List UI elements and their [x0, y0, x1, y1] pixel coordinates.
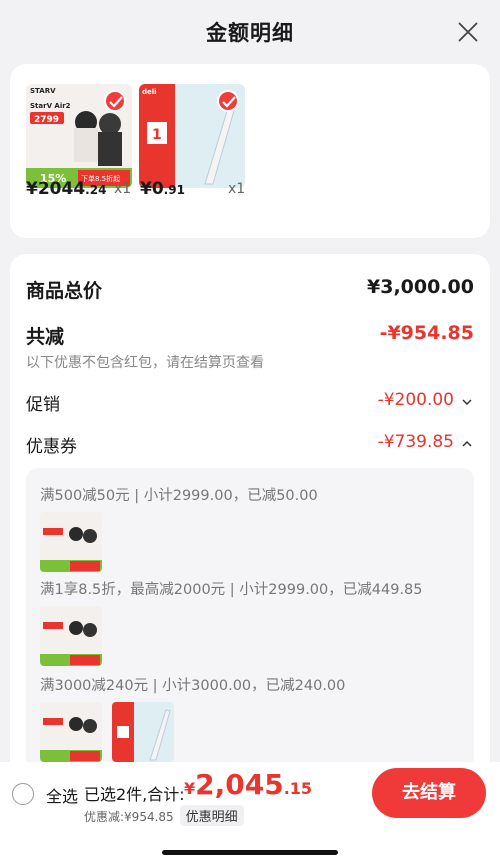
svg-text:STARV: STARV	[30, 87, 56, 95]
coupon-line-3: 满3000减240元 | 小计3000.00，已减240.00	[40, 678, 346, 694]
total-price-row: 商品总价 ¥3,000.00	[26, 276, 474, 302]
product-item-1[interactable]: STARV StarV Air2 2799 15% 下单8.5折起	[26, 84, 132, 188]
coupon-product-thumb	[40, 606, 102, 666]
promo-label: 促销	[26, 395, 60, 415]
page-title: 金额明细	[206, 21, 294, 45]
total-price-label: 商品总价	[26, 280, 103, 302]
discount-detail-link[interactable]: 优惠明细	[179, 805, 244, 826]
close-icon[interactable]	[456, 20, 480, 44]
coupon-value: -¥739.85	[377, 432, 454, 452]
header: 金额明细	[0, 0, 500, 62]
product-item-2[interactable]: deli 1	[139, 84, 245, 188]
chevron-down-icon[interactable]	[462, 398, 472, 406]
chevron-up-icon[interactable]	[462, 440, 472, 448]
product-image-2[interactable]: deli 1	[139, 84, 245, 188]
total-price-value: ¥3,000.00	[367, 276, 474, 298]
promo-row[interactable]: 促销 -¥200.00	[26, 390, 474, 415]
product-card: STARV StarV Air2 2799 15% 下单8.5折起 deli 1…	[10, 64, 490, 238]
coupon-label: 优惠券	[26, 437, 77, 457]
reduce-value: -¥954.85	[379, 322, 474, 344]
svg-text:1: 1	[152, 127, 162, 143]
coupon-product-thumb	[112, 702, 174, 762]
product-price-1: ¥2044.24	[26, 179, 107, 199]
discount-summary: 优惠减:¥954.85 优惠明细	[84, 805, 244, 826]
selected-summary: 已选2件,合计:	[84, 785, 185, 804]
total-amount: ¥2,045.15	[184, 768, 313, 801]
coupon-product-thumb	[40, 512, 102, 572]
coupon-row[interactable]: 优惠券 -¥739.85	[26, 432, 474, 457]
coupon-product-thumb	[40, 702, 102, 762]
home-indicator	[162, 850, 338, 855]
discount-note: 以下优惠不包含红包，请在结算页查看	[26, 355, 264, 371]
svg-text:2799: 2799	[34, 115, 59, 125]
select-all-radio[interactable]	[12, 783, 34, 805]
product-qty-2: x1	[228, 181, 246, 197]
product-qty-1: x1	[114, 181, 132, 197]
coupon-detail-box: 满500减50元 | 小计2999.00，已减50.00 满1享8.5折，最高减…	[26, 468, 474, 788]
selected-check-icon[interactable]	[217, 90, 239, 112]
checkout-button[interactable]: 去结算	[372, 768, 486, 818]
product-image-1[interactable]: STARV StarV Air2 2799 15% 下单8.5折起	[26, 84, 132, 188]
reduce-row: 共减 -¥954.85	[26, 322, 474, 348]
select-all-label[interactable]: 全选	[46, 783, 78, 807]
reduce-label: 共减	[26, 326, 65, 348]
product-price-2: ¥0.91	[140, 179, 185, 199]
product-price-row-2: ¥0.91 x1	[140, 179, 380, 203]
coupon-line-1: 满500减50元 | 小计2999.00，已减50.00	[40, 488, 318, 504]
svg-text:deli: deli	[142, 88, 157, 96]
promo-value: -¥200.00	[377, 390, 454, 410]
selected-check-icon[interactable]	[104, 90, 126, 112]
svg-text:StarV Air2: StarV Air2	[30, 102, 71, 110]
coupon-line-2: 满1享8.5折，最高减2000元 | 小计2999.00，已减449.85	[40, 582, 423, 598]
